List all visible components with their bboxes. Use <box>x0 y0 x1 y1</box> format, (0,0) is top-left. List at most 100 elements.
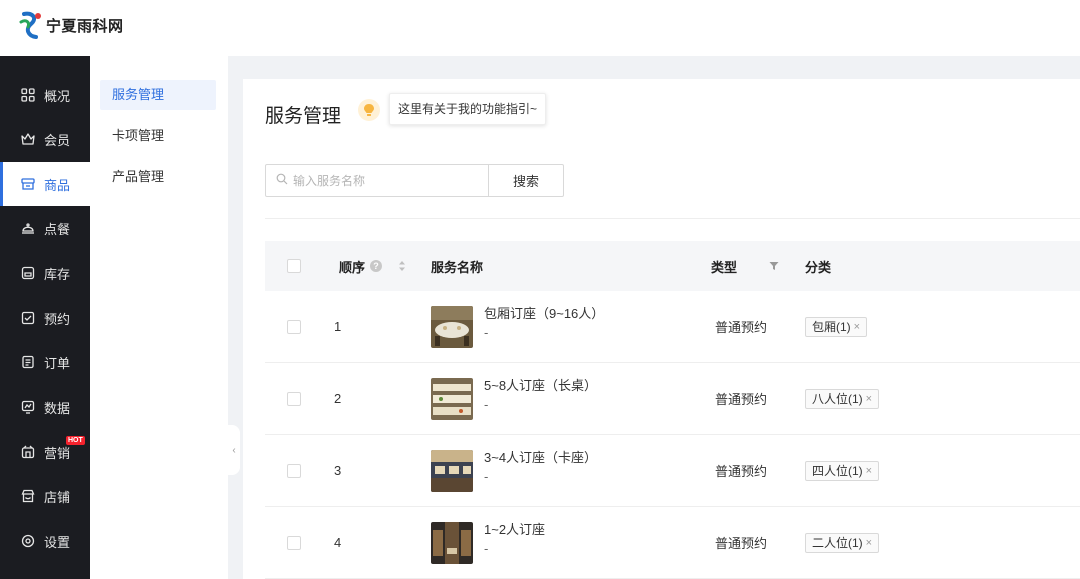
sort-icon[interactable] <box>398 261 406 271</box>
small-table-image <box>431 521 473 564</box>
logo[interactable]: 宁夏雨科网 <box>18 10 124 40</box>
sub-sidebar: 服务管理 卡项管理 产品管理 <box>90 56 228 579</box>
hot-badge: HOT <box>66 436 85 445</box>
nav-item-label: 设置 <box>44 534 71 550</box>
order-icon <box>20 354 36 370</box>
column-header-category: 分类 <box>805 259 832 275</box>
row-checkbox[interactable] <box>287 391 301 406</box>
subnav-item-service-management[interactable]: 服务管理 <box>100 80 216 110</box>
service-type: 普通预约 <box>715 320 768 335</box>
feature-guide-tip[interactable]: 这里有关于我的功能指引~ <box>389 93 547 125</box>
category-tag-label: 二人位(1) <box>812 536 863 550</box>
row-checkbox[interactable] <box>287 463 301 478</box>
nav-item-label: 商品 <box>44 177 71 193</box>
nav-item-inventory[interactable]: 库存 <box>0 251 90 295</box>
nav-item-label: 订单 <box>44 355 71 371</box>
remove-tag-icon[interactable]: × <box>866 537 872 549</box>
page-title: 服务管理 <box>265 106 342 127</box>
service-type: 普通预约 <box>715 392 768 407</box>
nav-item-members[interactable]: 会员 <box>0 117 90 161</box>
table-row[interactable]: 2 5~8人订座（长桌） - 普通预约 八人位(1) × <box>265 363 1080 435</box>
category-tag-label: 八人位(1) <box>812 392 863 406</box>
row-order: 2 <box>334 391 342 406</box>
column-header-order: 顺序 <box>339 259 366 275</box>
nav-item-reservation[interactable]: 预约 <box>0 296 90 340</box>
column-header-service-name: 服务名称 <box>431 259 484 275</box>
lightbulb-icon[interactable] <box>358 99 380 121</box>
inventory-icon <box>20 265 36 281</box>
category-tag: 八人位(1) × <box>805 388 880 409</box>
nav-item-label: 数据 <box>44 400 71 416</box>
row-checkbox[interactable] <box>287 319 301 334</box>
table-row[interactable]: 4 1~2人订座 - 普通预约 二人位(1) × <box>265 507 1080 579</box>
marketing-icon <box>20 444 36 460</box>
table-header: 顺序 ? 服务名称 类型 分类 <box>265 241 1080 291</box>
nav-item-marketing[interactable]: 营销 HOT <box>0 430 90 474</box>
category-tag: 二人位(1) × <box>805 532 880 553</box>
service-type: 普通预约 <box>715 464 768 479</box>
category-tag: 包厢(1) × <box>805 316 868 337</box>
service-type: 普通预约 <box>715 536 768 551</box>
remove-tag-icon[interactable]: × <box>866 393 872 405</box>
long-table-image <box>431 377 473 420</box>
remove-tag-icon[interactable]: × <box>866 465 872 477</box>
collapse-sidebar-button[interactable]: ‹ <box>228 425 240 475</box>
search-button[interactable]: 搜索 <box>488 164 564 197</box>
service-subtitle: - <box>484 397 489 412</box>
nav-item-label: 预约 <box>44 311 71 327</box>
crown-icon <box>20 131 36 147</box>
store-icon <box>20 488 36 504</box>
table-row[interactable]: 3 3~4人订座（卡座） - 普通预约 四人位(1) × <box>265 435 1080 507</box>
settings-icon <box>20 533 36 549</box>
dish-icon <box>20 220 36 236</box>
subnav-item-card-management[interactable]: 卡项管理 <box>100 121 216 151</box>
filter-icon[interactable] <box>769 261 779 271</box>
nav-item-label: 店铺 <box>44 489 71 505</box>
divider <box>265 218 1080 219</box>
category-tag: 四人位(1) × <box>805 460 880 481</box>
service-subtitle: - <box>484 469 489 484</box>
row-order: 3 <box>334 463 342 478</box>
grid-icon <box>20 87 36 103</box>
chevron-left-icon: ‹ <box>232 444 236 456</box>
service-name[interactable]: 包厢订座（9~16人） <box>484 306 604 322</box>
chart-icon <box>20 399 36 415</box>
nav-item-products[interactable]: 商品 <box>0 162 90 206</box>
logo-text: 宁夏雨科网 <box>46 16 124 35</box>
main-content: 服务管理 这里有关于我的功能指引~ 搜索 顺序 ? 服务名称 类型 分类 1 <box>243 79 1080 579</box>
nav-item-orders[interactable]: 订单 <box>0 340 90 384</box>
nav-item-overview[interactable]: 概况 <box>0 73 90 117</box>
nav-item-label: 营销 <box>44 445 71 461</box>
service-name[interactable]: 5~8人订座（长桌） <box>484 378 597 394</box>
table-row[interactable]: 1 包厢订座（9~16人） - 普通预约 包厢(1) × <box>265 291 1080 363</box>
service-name[interactable]: 3~4人订座（卡座） <box>484 450 597 466</box>
category-tag-label: 四人位(1) <box>812 464 863 478</box>
shop-icon <box>20 176 36 192</box>
nav-item-ordering[interactable]: 点餐 <box>0 206 90 250</box>
nav-item-data[interactable]: 数据 <box>0 385 90 429</box>
service-subtitle: - <box>484 541 489 556</box>
nav-item-label: 概况 <box>44 88 71 104</box>
main-sidebar: 概况 会员 商品 点餐 库存 预约 订单 数据 营销 HOT 店铺 设置 <box>0 56 90 579</box>
nav-item-settings[interactable]: 设置 <box>0 519 90 563</box>
remove-tag-icon[interactable]: × <box>854 321 860 333</box>
row-checkbox[interactable] <box>287 535 301 550</box>
search-icon <box>276 173 288 188</box>
nav-item-label: 会员 <box>44 132 71 148</box>
service-subtitle: - <box>484 325 489 340</box>
search-input[interactable] <box>293 173 483 188</box>
subnav-item-product-management[interactable]: 产品管理 <box>100 162 216 192</box>
booth-seat-image <box>431 449 473 492</box>
logo-mark-icon <box>18 10 44 40</box>
banquet-room-image <box>431 305 473 348</box>
help-icon[interactable]: ? <box>370 260 383 272</box>
calendar-check-icon <box>20 310 36 326</box>
nav-item-label: 点餐 <box>44 221 71 237</box>
select-all-checkbox[interactable] <box>287 259 301 273</box>
nav-item-store[interactable]: 店铺 <box>0 474 90 518</box>
search-field[interactable] <box>265 164 489 197</box>
row-order: 1 <box>334 319 342 334</box>
nav-item-label: 库存 <box>44 266 71 282</box>
service-name[interactable]: 1~2人订座 <box>484 522 545 538</box>
category-tag-label: 包厢(1) <box>812 320 851 334</box>
